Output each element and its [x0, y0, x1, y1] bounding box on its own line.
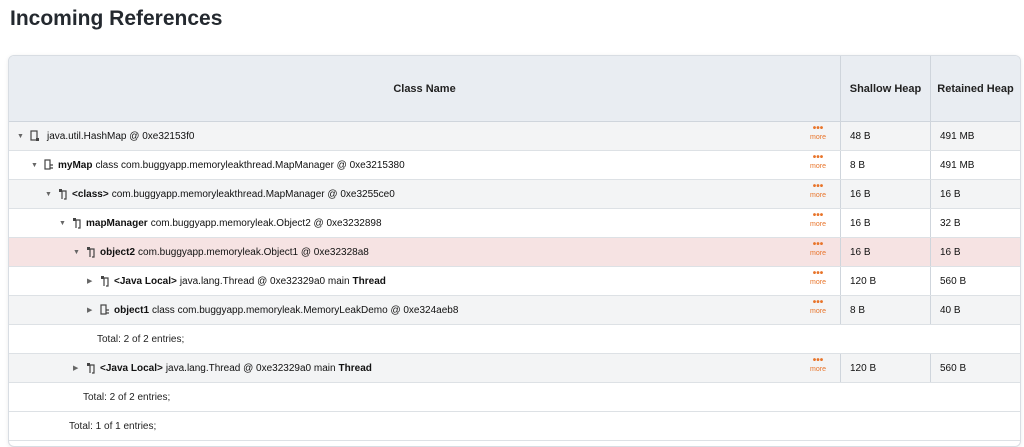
table-row[interactable]: ▶ object1 class com.buggyapp.memoryleak.…: [9, 296, 1020, 325]
field-name: mapManager: [86, 217, 148, 229]
table-row-selected[interactable]: ▼ object2 com.buggyapp.memoryleak.Object…: [9, 238, 1020, 267]
object-name[interactable]: com.buggyapp.memoryleak.Object1 @ 0xe323…: [138, 247, 369, 258]
shallow-heap-value: 48 B: [840, 122, 930, 150]
retained-heap-value: 40 B: [930, 296, 1020, 324]
table-row[interactable]: ▼ java.util.HashMap @ 0xe32153f0 ••• more…: [9, 122, 1020, 151]
object-name[interactable]: com.buggyapp.memoryleakthread.MapManager…: [112, 189, 395, 200]
collapse-arrow-icon[interactable]: ▼: [17, 133, 27, 140]
reference-icon: [58, 188, 68, 200]
table-row[interactable]: ▶ <Java Local> java.lang.Thread @ 0xe323…: [9, 267, 1020, 296]
retained-heap-value: 16 B: [930, 180, 1020, 208]
object-icon: [30, 130, 40, 142]
reference-icon: [100, 275, 110, 287]
more-options-icon[interactable]: ••• more: [806, 124, 830, 142]
incoming-references-table: Class Name Shallow Heap Retained Heap ▼ …: [8, 55, 1021, 447]
reference-icon: [86, 362, 96, 374]
retained-heap-value: 16 B: [930, 238, 1020, 266]
collapse-arrow-icon[interactable]: ▼: [73, 249, 83, 256]
collapse-arrow-icon[interactable]: ▼: [45, 191, 55, 198]
field-name: <Java Local>: [114, 275, 177, 287]
table-row[interactable]: ▼ myMap class com.buggyapp.memoryleakthr…: [9, 151, 1020, 180]
total-row: Total: 2 of 2 entries;: [9, 325, 1020, 354]
class-field-icon: [100, 304, 110, 316]
more-options-icon[interactable]: ••• more: [806, 182, 830, 200]
more-options-icon[interactable]: ••• more: [806, 356, 830, 374]
field-name: <class>: [72, 188, 109, 200]
table-row[interactable]: ▼ <class> com.buggyapp.memoryleakthread.…: [9, 180, 1020, 209]
expand-arrow-icon[interactable]: ▶: [87, 306, 97, 314]
reference-icon: [86, 246, 96, 258]
retained-heap-value: 491 MB: [930, 122, 1020, 150]
shallow-heap-value: 8 B: [840, 296, 930, 324]
object-name[interactable]: java.lang.Thread @ 0xe32329a0 main: [166, 363, 336, 374]
retained-heap-value: 491 MB: [930, 151, 1020, 179]
retained-heap-value: 560 B: [930, 267, 1020, 295]
field-name: myMap: [58, 159, 93, 171]
field-name: object2: [100, 246, 136, 258]
object-name[interactable]: java.lang.Thread @ 0xe32329a0 main: [180, 276, 350, 287]
object-name[interactable]: class com.buggyapp.memoryleakthread.MapM…: [95, 160, 404, 171]
total-entries-label: Total: 2 of 2 entries;: [83, 391, 171, 403]
field-name: object1: [114, 304, 150, 316]
retained-heap-value: 32 B: [930, 209, 1020, 237]
table-header: Class Name Shallow Heap Retained Heap: [9, 56, 1020, 122]
column-header-retained-heap[interactable]: Retained Heap: [930, 56, 1020, 121]
expand-arrow-icon[interactable]: ▶: [87, 277, 97, 285]
total-row: Total: 2 of 2 entries;: [9, 383, 1020, 412]
more-options-icon[interactable]: ••• more: [806, 211, 830, 229]
total-row: Total: 1 of 1 entries;: [9, 412, 1020, 441]
more-options-icon[interactable]: ••• more: [806, 153, 830, 171]
object-name[interactable]: class com.buggyapp.memoryleak.MemoryLeak…: [152, 305, 458, 316]
collapse-arrow-icon[interactable]: ▼: [31, 162, 41, 169]
collapse-arrow-icon[interactable]: ▼: [59, 220, 69, 227]
more-options-icon[interactable]: ••• more: [806, 240, 830, 258]
shallow-heap-value: 16 B: [840, 209, 930, 237]
thread-label: Thread: [338, 362, 372, 374]
thread-label: Thread: [352, 275, 386, 287]
expand-arrow-icon[interactable]: ▶: [73, 364, 83, 372]
shallow-heap-value: 120 B: [840, 354, 930, 382]
more-options-icon[interactable]: ••• more: [806, 269, 830, 287]
column-header-class-name[interactable]: Class Name: [9, 56, 840, 121]
column-header-shallow-heap[interactable]: Shallow Heap: [840, 56, 930, 121]
object-name[interactable]: com.buggyapp.memoryleak.Object2 @ 0xe323…: [151, 218, 382, 229]
shallow-heap-value: 8 B: [840, 151, 930, 179]
shallow-heap-value: 120 B: [840, 267, 930, 295]
retained-heap-value: 560 B: [930, 354, 1020, 382]
table-row[interactable]: ▼ mapManager com.buggyapp.memoryleak.Obj…: [9, 209, 1020, 238]
shallow-heap-value: 16 B: [840, 238, 930, 266]
class-field-icon: [44, 159, 54, 171]
total-entries-label: Total: 2 of 2 entries;: [97, 333, 185, 345]
page-title: Incoming References: [10, 7, 223, 30]
total-entries-label: Total: 1 of 1 entries;: [69, 420, 157, 432]
shallow-heap-value: 16 B: [840, 180, 930, 208]
object-name[interactable]: java.util.HashMap @ 0xe32153f0: [47, 131, 194, 142]
more-options-icon[interactable]: ••• more: [806, 298, 830, 316]
reference-icon: [72, 217, 82, 229]
table-row[interactable]: ▶ <Java Local> java.lang.Thread @ 0xe323…: [9, 354, 1020, 383]
field-name: <Java Local>: [100, 362, 163, 374]
